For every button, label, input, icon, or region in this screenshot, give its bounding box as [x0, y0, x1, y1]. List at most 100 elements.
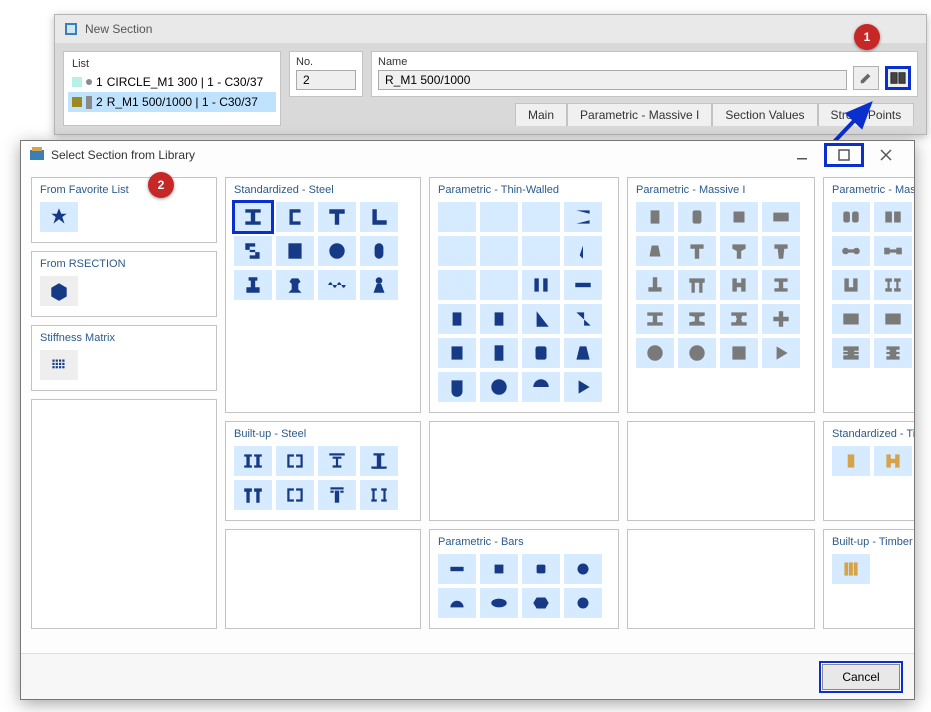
tab-parametric-massive-i[interactable]: Parametric - Massive I [567, 103, 712, 126]
shape-dumbbell[interactable] [832, 236, 870, 266]
shape-timber-3ply[interactable] [832, 554, 870, 584]
shape-pi-massive[interactable] [678, 270, 716, 300]
shape-bar-round2[interactable] [564, 588, 602, 618]
shape-tee[interactable] [318, 202, 356, 232]
maximize-button[interactable] [824, 143, 864, 167]
shape-i-haunched[interactable] [522, 202, 560, 232]
shape-z-section[interactable] [234, 236, 272, 266]
open-library-button[interactable] [885, 66, 911, 90]
shape-cross[interactable] [762, 304, 800, 334]
shape-plate-i[interactable] [318, 446, 356, 476]
shape-bar-halfround[interactable] [438, 588, 476, 618]
shape-timber-i[interactable] [874, 446, 912, 476]
shape-i-sym[interactable] [438, 202, 476, 232]
shape-corrugated[interactable] [318, 270, 356, 300]
shape-tee-haunch[interactable] [564, 236, 602, 266]
shape-flat[interactable] [564, 270, 602, 300]
shape-box-thin[interactable] [438, 338, 476, 368]
shape-2c-back[interactable] [276, 446, 314, 476]
shape-box-tall[interactable] [480, 338, 518, 368]
shape-inv-tee[interactable] [636, 270, 674, 300]
shape-crane-rail[interactable] [276, 270, 314, 300]
shape-ring[interactable] [678, 338, 716, 368]
shape-square-solid[interactable] [720, 202, 758, 232]
shape-trap[interactable] [636, 236, 674, 266]
no-field[interactable]: 2 [296, 70, 356, 90]
tab-main[interactable]: Main [515, 103, 567, 126]
shape-box-round[interactable] [522, 338, 560, 368]
shape-play-icon[interactable] [564, 372, 602, 402]
shape-circle-solid[interactable] [636, 338, 674, 368]
shape-i-massive[interactable] [762, 270, 800, 300]
close-button[interactable] [866, 143, 906, 167]
shape-tee-taper[interactable] [720, 236, 758, 266]
shape-ii-2[interactable] [360, 480, 398, 510]
shape-cable[interactable] [360, 270, 398, 300]
shape-semi-pipe[interactable] [522, 372, 560, 402]
shape-pi[interactable] [438, 270, 476, 300]
name-field[interactable]: R_M1 500/1000 [378, 70, 847, 90]
shape-trap-box[interactable] [564, 338, 602, 368]
shape-box-girder[interactable] [832, 304, 870, 334]
shape-i-cap[interactable] [318, 480, 356, 510]
shape-tee-haunch-m[interactable] [762, 236, 800, 266]
shape-i-shear[interactable] [678, 304, 716, 334]
shape-bar-ellipse[interactable] [480, 588, 518, 618]
stiffness-matrix-button[interactable] [40, 350, 78, 380]
shape-box-dual[interactable] [874, 304, 912, 334]
shape-i-wide[interactable] [636, 304, 674, 334]
shape-oval[interactable] [360, 236, 398, 266]
shape-two-rect[interactable] [874, 202, 912, 232]
shape-timber-rect[interactable] [832, 446, 870, 476]
shape-i-notch[interactable] [832, 338, 870, 368]
new-section-titlebar[interactable]: New Section [55, 15, 926, 43]
shape-ii-massive[interactable] [874, 270, 912, 300]
shape-h-section[interactable] [720, 270, 758, 300]
shape-channel-thin[interactable] [438, 304, 476, 334]
shape-rect-wide[interactable] [762, 202, 800, 232]
shape-hollow-circle[interactable] [318, 236, 356, 266]
list-item[interactable]: 2 R_M1 500/1000 | 1 - C30/37 [68, 92, 276, 112]
shape-i-asym[interactable] [480, 202, 518, 232]
shape-play-icon[interactable] [762, 338, 800, 368]
list-item[interactable]: 1 CIRCLE_M1 300 | 1 - C30/37 [68, 72, 276, 92]
library-titlebar[interactable]: Select Section from Library [21, 141, 914, 169]
shape-rail[interactable] [234, 270, 272, 300]
shape-channel-lip[interactable] [480, 304, 518, 334]
shape-double-i[interactable] [480, 270, 518, 300]
shape-bar-round[interactable] [564, 554, 602, 584]
shape-u-massive[interactable] [832, 270, 870, 300]
shape-pipe[interactable] [480, 372, 518, 402]
shape-i-channel[interactable] [564, 202, 602, 232]
cancel-button[interactable]: Cancel [822, 664, 900, 690]
shape-i-haunch-m[interactable] [720, 304, 758, 334]
shape-i-step[interactable] [874, 338, 912, 368]
shape-rect-round[interactable] [678, 202, 716, 232]
rsection-button[interactable] [40, 276, 78, 306]
shape-two-cell[interactable] [832, 202, 870, 232]
shape-hollow-rect-m[interactable] [720, 338, 758, 368]
shape-2i[interactable] [234, 446, 272, 476]
shape-2c-front[interactable] [276, 480, 314, 510]
shape-i-section[interactable] [234, 202, 272, 232]
shape-rect-solid[interactable] [636, 202, 674, 232]
shape-double-channel[interactable] [522, 270, 560, 300]
shape-bar-rsquare[interactable] [522, 554, 560, 584]
shape-dumbbell-sq[interactable] [874, 236, 912, 266]
edit-name-button[interactable] [853, 66, 879, 90]
shape-channel[interactable] [276, 202, 314, 232]
shape-bar-flat[interactable] [438, 554, 476, 584]
favorite-button[interactable] [40, 202, 78, 232]
shape-bar-square[interactable] [480, 554, 518, 584]
shape-tee-massive[interactable] [678, 236, 716, 266]
shape-bar-hex[interactable] [522, 588, 560, 618]
shape-hollow-rect[interactable] [276, 236, 314, 266]
shape-i-plate[interactable] [360, 446, 398, 476]
tab-section-values[interactable]: Section Values [712, 103, 817, 126]
minimize-button[interactable] [782, 143, 822, 167]
shape-tee-thin[interactable] [438, 236, 476, 266]
shape-tee-down[interactable] [522, 236, 560, 266]
shape-tee-wide[interactable] [480, 236, 518, 266]
shape-u-open[interactable] [438, 372, 476, 402]
shape-angle[interactable] [360, 202, 398, 232]
